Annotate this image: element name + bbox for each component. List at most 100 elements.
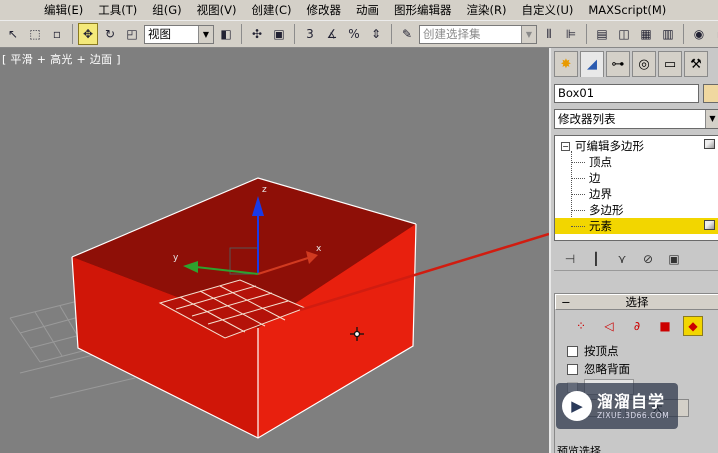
watermark-text: 溜溜自学 ZIXUE.3D66.COM xyxy=(597,391,670,420)
modifier-stack: − 可编辑多边形 顶点 边 边界 多边形 元素 xyxy=(554,135,718,241)
panel-tabs: ✸ ◢ ⊶ ◎ ▭ ⚒ xyxy=(551,51,718,79)
selection-rollout-header[interactable]: − 选择 xyxy=(555,294,718,310)
menu-bar: 编辑(E) 工具(T) 组(G) 视图(V) 创建(C) 修改器 动画 图形编辑… xyxy=(0,0,718,20)
ignore-backfacing-label: 忽略背面 xyxy=(584,362,630,376)
layer-manager-icon[interactable]: ▤ xyxy=(592,23,612,45)
ignore-backfacing-row[interactable]: 忽略背面 xyxy=(555,360,718,378)
stack-item-label: 顶点 xyxy=(589,155,612,169)
viewport-scene: x y z xyxy=(9,177,549,439)
stack-item-vertex[interactable]: 顶点 xyxy=(555,154,718,170)
menu-create[interactable]: 创建(C) xyxy=(245,0,300,20)
separator xyxy=(241,24,242,44)
perspective-viewport[interactable]: x y z [ 平滑 + 高光 + 边面 ] xyxy=(0,48,549,453)
percent-snap-icon[interactable]: % xyxy=(344,23,364,45)
utilities-tab-icon[interactable]: ⚒ xyxy=(684,51,708,77)
render-setup-icon[interactable]: ◉ xyxy=(689,23,709,45)
named-selection-set-select[interactable]: 创建选择集 ▼ xyxy=(419,24,537,44)
separator xyxy=(294,24,295,44)
by-vertex-checkbox[interactable] xyxy=(567,345,578,357)
window-crossing-icon[interactable]: ▫ xyxy=(47,23,67,45)
collapse-icon: − xyxy=(561,295,571,309)
keyboard-shortcut-icon[interactable]: ▣ xyxy=(269,23,289,45)
element-icon xyxy=(704,220,715,230)
separator xyxy=(391,24,392,44)
scale-icon[interactable]: ◰ xyxy=(122,23,142,45)
spinner-snap-icon[interactable]: ⇕ xyxy=(366,23,386,45)
menu-edit[interactable]: 编辑(E) xyxy=(0,0,92,20)
align-icon[interactable]: ⊫ xyxy=(561,23,581,45)
reference-coord-select[interactable]: 视图 ▼ xyxy=(144,24,214,44)
stack-item-label: 多边形 xyxy=(589,203,624,217)
selection-rollout: − 选择 ⁘ ◁ ∂ ■ ◆ 按顶点 忽略背面 大 xyxy=(554,293,718,453)
modify-tab-icon[interactable]: ◢ xyxy=(580,51,604,77)
render-frame-icon[interactable]: ▪ xyxy=(711,23,718,45)
display-tab-icon[interactable]: ▭ xyxy=(658,51,682,77)
menu-animation[interactable]: 动画 xyxy=(350,0,388,20)
edit-named-selection-icon[interactable]: ✎ xyxy=(397,23,417,45)
material-editor-icon[interactable]: ▥ xyxy=(658,23,678,45)
watermark-url: ZIXUE.3D66.COM xyxy=(597,410,670,420)
collapse-icon[interactable]: − xyxy=(561,142,570,151)
watermark-title: 溜溜自学 xyxy=(597,391,666,411)
element-mode-icon[interactable]: ◆ xyxy=(683,316,703,336)
edge-mode-icon[interactable]: ◁ xyxy=(599,316,619,336)
configure-sets-icon[interactable]: ▣ xyxy=(664,249,684,269)
separator xyxy=(683,24,684,44)
stack-item-border[interactable]: 边界 xyxy=(555,186,718,202)
mirror-icon[interactable]: ⫴ xyxy=(539,23,559,45)
preview-selection-label: 预览选择 xyxy=(557,445,601,453)
move-icon[interactable]: ✥ xyxy=(78,23,98,45)
chevron-down-icon: ▼ xyxy=(521,25,536,43)
gizmo-x-label: x xyxy=(316,244,322,254)
viewport-label[interactable]: [ 平滑 + 高光 + 边面 ] xyxy=(2,51,121,67)
ignore-backfacing-checkbox[interactable] xyxy=(567,363,578,375)
stack-item-label: 元素 xyxy=(589,219,612,233)
modifier-list-label: 修改器列表 xyxy=(558,112,616,126)
curve-editor-icon[interactable]: ◫ xyxy=(614,23,634,45)
stack-item-element[interactable]: 元素 xyxy=(555,218,718,234)
hierarchy-tab-icon[interactable]: ⊶ xyxy=(606,51,630,77)
stack-item-edge[interactable]: 边 xyxy=(555,170,718,186)
watermark-badge: ▶ 溜溜自学 ZIXUE.3D66.COM xyxy=(556,383,678,429)
by-vertex-row[interactable]: 按顶点 xyxy=(555,342,718,360)
menu-rendering[interactable]: 渲染(R) xyxy=(461,0,516,20)
object-color-swatch[interactable] xyxy=(703,84,718,103)
separator xyxy=(586,24,587,44)
polygon-mode-icon[interactable]: ■ xyxy=(655,316,675,336)
menu-customize[interactable]: 自定义(U) xyxy=(515,0,582,20)
make-unique-icon[interactable]: ⋎ xyxy=(612,249,632,269)
menu-maxscript[interactable]: MAXScript(M) xyxy=(582,0,675,20)
gizmo-y-label: y xyxy=(173,253,179,263)
menu-views[interactable]: 视图(V) xyxy=(191,0,246,20)
stack-item-label: 边界 xyxy=(589,187,612,201)
create-tab-icon[interactable]: ✸ xyxy=(554,51,578,77)
rect-select-icon[interactable]: ⬚ xyxy=(25,23,45,45)
menu-tools[interactable]: 工具(T) xyxy=(92,0,146,20)
play-logo-icon: ▶ xyxy=(562,391,592,421)
menu-modifiers[interactable]: 修改器 xyxy=(301,0,351,20)
border-mode-icon[interactable]: ∂ xyxy=(627,316,647,336)
stack-tools: ⊣ ┃ ⋎ ⊘ ▣ xyxy=(554,247,718,271)
remove-modifier-icon[interactable]: ⊘ xyxy=(638,249,658,269)
rotate-icon[interactable]: ↻ xyxy=(100,23,120,45)
schematic-view-icon[interactable]: ▦ xyxy=(636,23,656,45)
angle-snap-icon[interactable]: ∡ xyxy=(322,23,342,45)
motion-tab-icon[interactable]: ◎ xyxy=(632,51,656,77)
vertex-mode-icon[interactable]: ⁘ xyxy=(571,316,591,336)
show-end-result-icon[interactable]: ┃ xyxy=(586,249,606,269)
pin-stack-icon[interactable]: ⊣ xyxy=(560,249,580,269)
menu-group[interactable]: 组(G) xyxy=(146,0,190,20)
snap-3d-icon[interactable]: 3 xyxy=(300,23,320,45)
pivot-icon[interactable]: ◧ xyxy=(216,23,236,45)
object-name-field[interactable]: Box01 xyxy=(554,84,699,103)
chevron-down-icon: ▼ xyxy=(705,110,718,128)
modifier-list-dropdown[interactable]: 修改器列表 ▼ xyxy=(554,109,718,129)
separator xyxy=(72,24,73,44)
stack-item-editable-poly[interactable]: − 可编辑多边形 xyxy=(561,138,718,154)
gizmo-z-label: z xyxy=(262,185,267,195)
menu-graph-editors[interactable]: 图形编辑器 xyxy=(388,0,461,20)
select-filter-icon[interactable]: ↖ xyxy=(3,23,23,45)
stack-item-polygon[interactable]: 多边形 xyxy=(555,202,718,218)
select-manipulate-icon[interactable]: ✣ xyxy=(247,23,267,45)
subobject-buttons: ⁘ ◁ ∂ ■ ◆ xyxy=(555,316,718,336)
